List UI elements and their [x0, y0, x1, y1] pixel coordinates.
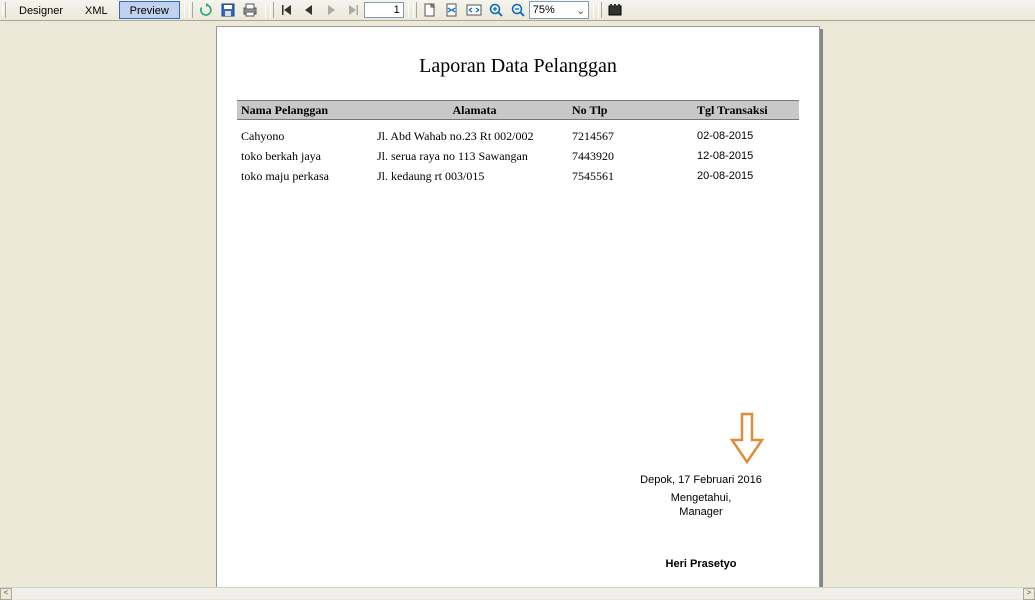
- cell-tgl: 12-08-2015: [697, 150, 787, 162]
- sign-name: Heri Prasetyo: [601, 558, 801, 570]
- run-icon[interactable]: [605, 1, 625, 19]
- actual-size-icon[interactable]: [420, 1, 440, 19]
- grip-handle: [189, 2, 193, 18]
- report-page: Laporan Data Pelanggan Nama Pelanggan Al…: [216, 26, 820, 587]
- zoom-value: 75%: [533, 4, 555, 16]
- cell-nama: toko maju perkasa: [237, 169, 377, 184]
- zoom-out-icon[interactable]: [508, 1, 528, 19]
- cell-tgl: 02-08-2015: [697, 130, 787, 142]
- chevron-down-icon: ⌄: [574, 4, 588, 17]
- scroll-right-icon[interactable]: >: [1023, 588, 1035, 600]
- refresh-icon[interactable]: [196, 1, 216, 19]
- col-header-alamat: Alamata: [377, 103, 572, 118]
- horizontal-scrollbar[interactable]: < >: [0, 587, 1035, 599]
- col-header-tlp: No Tlp: [572, 103, 697, 118]
- grip-handle: [270, 2, 274, 18]
- cell-tgl: 20-08-2015: [697, 170, 787, 182]
- table-row: Cahyono Jl. Abd Wahab no.23 Rt 002/002 7…: [237, 126, 799, 146]
- col-header-nama: Nama Pelanggan: [237, 103, 377, 118]
- grip-handle: [413, 2, 417, 18]
- main-toolbar: Designer XML Preview 75% ⌄: [0, 0, 1035, 21]
- grip-handle: [2, 2, 6, 18]
- tab-preview[interactable]: Preview: [119, 1, 180, 19]
- zoom-select[interactable]: 75% ⌄: [529, 1, 589, 19]
- scroll-left-icon[interactable]: <: [0, 588, 12, 600]
- zoom-in-icon[interactable]: [486, 1, 506, 19]
- cell-tlp: 7443920: [572, 149, 697, 164]
- prev-page-icon[interactable]: [299, 1, 319, 19]
- col-header-tgl: Tgl Transaksi: [697, 103, 787, 118]
- arrow-down-annotation: [730, 412, 764, 464]
- sign-acknowledge: Mengetahui,: [601, 492, 801, 504]
- cell-nama: Cahyono: [237, 129, 377, 144]
- tab-xml[interactable]: XML: [74, 1, 119, 19]
- save-icon[interactable]: [218, 1, 238, 19]
- sign-role: Manager: [601, 506, 801, 518]
- cell-tlp: 7545561: [572, 169, 697, 184]
- fit-page-icon[interactable]: [442, 1, 462, 19]
- report-table: Nama Pelanggan Alamata No Tlp Tgl Transa…: [237, 100, 799, 186]
- table-header-row: Nama Pelanggan Alamata No Tlp Tgl Transa…: [237, 100, 799, 120]
- next-page-icon[interactable]: [321, 1, 341, 19]
- signature-block: Depok, 17 Februari 2016 Mengetahui, Mana…: [601, 472, 801, 572]
- last-page-icon[interactable]: [343, 1, 363, 19]
- preview-workspace: Laporan Data Pelanggan Nama Pelanggan Al…: [0, 21, 1035, 587]
- grip-handle: [598, 2, 602, 18]
- fit-width-icon[interactable]: [464, 1, 484, 19]
- cell-alamat: Jl. kedaung rt 003/015: [377, 169, 572, 184]
- print-icon[interactable]: [240, 1, 260, 19]
- first-page-icon[interactable]: [277, 1, 297, 19]
- table-row: toko maju perkasa Jl. kedaung rt 003/015…: [237, 166, 799, 186]
- cell-alamat: Jl. serua raya no 113 Sawangan: [377, 149, 572, 164]
- page-number-input[interactable]: [364, 2, 404, 18]
- report-title: Laporan Data Pelanggan: [217, 55, 819, 78]
- tab-designer[interactable]: Designer: [8, 1, 74, 19]
- table-row: toko berkah jaya Jl. serua raya no 113 S…: [237, 146, 799, 166]
- cell-alamat: Jl. Abd Wahab no.23 Rt 002/002: [377, 129, 572, 144]
- sign-place-date: Depok, 17 Februari 2016: [601, 474, 801, 486]
- cell-nama: toko berkah jaya: [237, 149, 377, 164]
- cell-tlp: 7214567: [572, 129, 697, 144]
